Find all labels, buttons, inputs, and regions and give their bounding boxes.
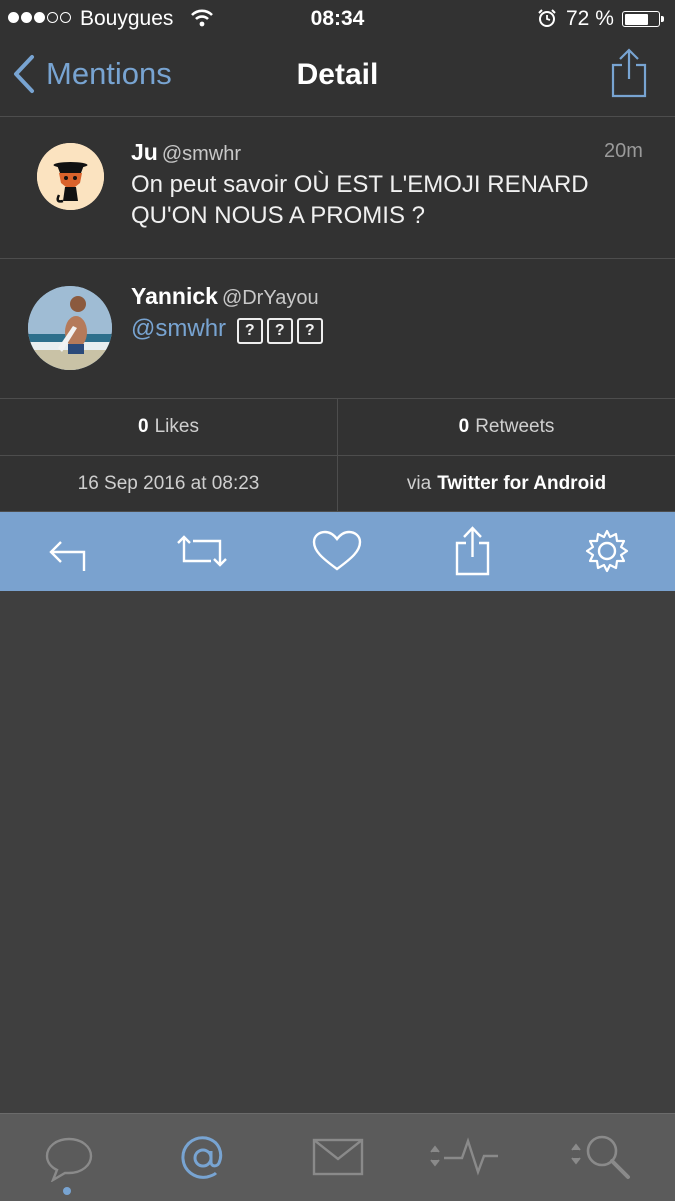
tweet-reply[interactable]: Yannick @DrYayou @smwhr ??? bbox=[0, 259, 675, 399]
tweet-time: 20m bbox=[604, 140, 643, 162]
tweet-date: 16 Sep 2016 at 08:23 bbox=[77, 472, 260, 494]
cat-avatar-icon bbox=[37, 143, 104, 210]
reply-icon[interactable] bbox=[48, 529, 88, 573]
settings-icon[interactable] bbox=[585, 529, 629, 573]
tweet-text: On peut savoir OÙ EST L'EMOJI RENARD QU'… bbox=[131, 171, 589, 229]
avatar[interactable] bbox=[28, 286, 112, 370]
messages-icon[interactable] bbox=[312, 1137, 364, 1177]
author-name[interactable]: Ju @smwhr bbox=[131, 139, 241, 166]
tweet-text: @smwhr ??? bbox=[131, 313, 631, 344]
tab-bar bbox=[0, 1113, 675, 1201]
unknown-glyph: ? bbox=[236, 318, 263, 344]
action-bar bbox=[0, 512, 675, 591]
mentions-icon[interactable] bbox=[179, 1134, 227, 1182]
status-bar: Bouygues 08:34 72 % bbox=[0, 0, 675, 38]
unknown-glyph: ? bbox=[296, 318, 323, 344]
retweets-label: Retweets bbox=[475, 416, 555, 437]
battery-percent: 72 % bbox=[566, 7, 614, 30]
search-icon[interactable] bbox=[568, 1132, 632, 1180]
retweet-icon[interactable] bbox=[175, 529, 229, 573]
likes-number: 0 bbox=[138, 416, 149, 437]
active-tab-indicator bbox=[63, 1187, 71, 1195]
surfer-avatar-icon bbox=[28, 286, 112, 370]
activity-icon[interactable] bbox=[428, 1136, 500, 1176]
tweet-original[interactable]: Ju @smwhr 20m On peut savoir OÙ EST L'EMO… bbox=[0, 117, 675, 259]
screen-handle: @smwhr bbox=[161, 143, 242, 165]
likes-label: Likes bbox=[154, 416, 199, 437]
engagement-row: 0 Likes 0 Retweets bbox=[0, 399, 675, 456]
top-bar: Bouygues 08:34 72 % Mentions Detail bbox=[0, 0, 675, 117]
mention-link[interactable]: @smwhr bbox=[131, 315, 226, 342]
unknown-glyph: ? bbox=[266, 318, 293, 344]
author-name[interactable]: Yannick @DrYayou bbox=[131, 283, 319, 310]
battery-icon bbox=[622, 11, 660, 27]
page-title: Detail bbox=[296, 58, 379, 91]
share-icon[interactable] bbox=[453, 523, 493, 577]
source-app: Twitter for Android bbox=[437, 472, 607, 494]
via-label: via bbox=[406, 472, 432, 494]
likes-count[interactable]: 0 Likes bbox=[0, 399, 337, 455]
retweets-number: 0 bbox=[458, 416, 470, 437]
timeline-icon[interactable] bbox=[44, 1136, 94, 1182]
avatar[interactable] bbox=[37, 143, 104, 210]
display-name: Ju bbox=[131, 139, 158, 165]
like-icon[interactable] bbox=[312, 529, 362, 573]
tweet-meta-row: 16 Sep 2016 at 08:23 via Twitter for Andr… bbox=[0, 456, 675, 512]
display-name: Yannick bbox=[131, 283, 218, 309]
retweets-count[interactable]: 0 Retweets bbox=[337, 399, 675, 455]
tweet-source[interactable]: via Twitter for Android bbox=[337, 456, 675, 511]
screen-handle: @DrYayou bbox=[221, 287, 319, 309]
share-icon[interactable] bbox=[609, 47, 649, 99]
alarm-icon bbox=[538, 9, 556, 27]
